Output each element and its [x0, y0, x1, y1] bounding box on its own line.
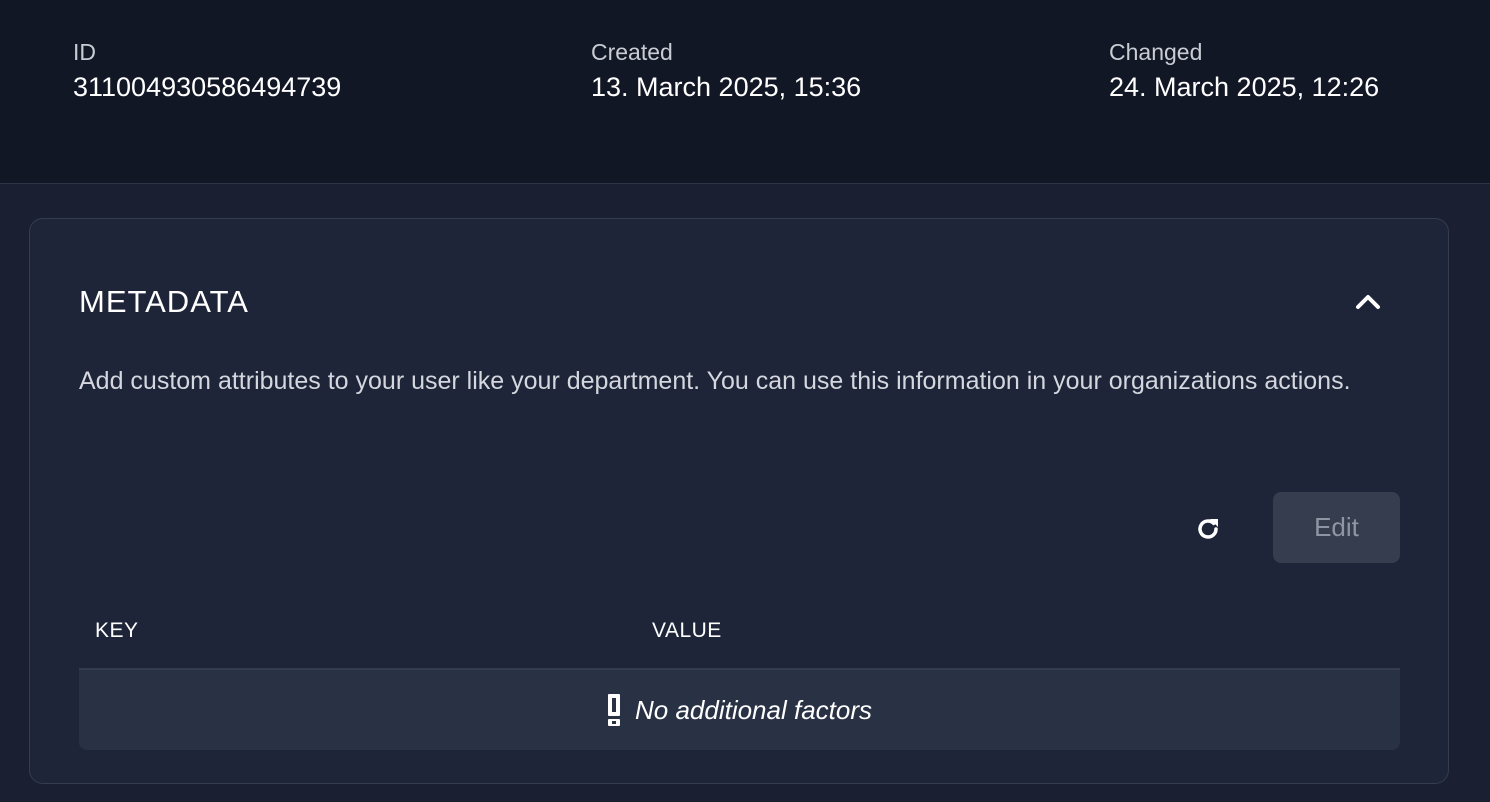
empty-message: No additional factors — [634, 694, 873, 725]
exclamation-icon — [607, 693, 621, 727]
id-value: 311004930586494739 — [73, 72, 342, 102]
id-field: ID 311004930586494739 — [73, 38, 341, 104]
created-field: Created 13. March 2025, 15:36 — [591, 38, 861, 104]
id-label: ID — [73, 39, 96, 65]
edit-button[interactable]: Edit — [1273, 492, 1400, 563]
column-header-key[interactable]: KEY — [95, 619, 139, 643]
collapse-button[interactable] — [1348, 281, 1388, 321]
chevron-up-icon — [1356, 295, 1380, 309]
info-bar: ID 311004930586494739 Created 13. March … — [0, 0, 1490, 184]
refresh-button[interactable] — [1188, 509, 1228, 549]
changed-value: 24. March 2025, 12:26 — [1109, 72, 1380, 102]
column-header-value[interactable]: VALUE — [652, 619, 722, 643]
metadata-description: Add custom attributes to your user like … — [79, 367, 1351, 395]
created-value: 13. March 2025, 15:36 — [591, 72, 862, 102]
empty-table-row: No additional factors — [79, 670, 1400, 750]
refresh-icon — [1198, 519, 1218, 539]
metadata-title: METADATA — [79, 284, 249, 319]
created-label: Created — [591, 39, 673, 65]
changed-field: Changed 24. March 2025, 12:26 — [1109, 38, 1379, 104]
changed-label: Changed — [1109, 39, 1203, 65]
metadata-table-header: KEY VALUE — [79, 609, 1400, 670]
metadata-card: METADATA Add custom attributes to your u… — [29, 218, 1449, 784]
